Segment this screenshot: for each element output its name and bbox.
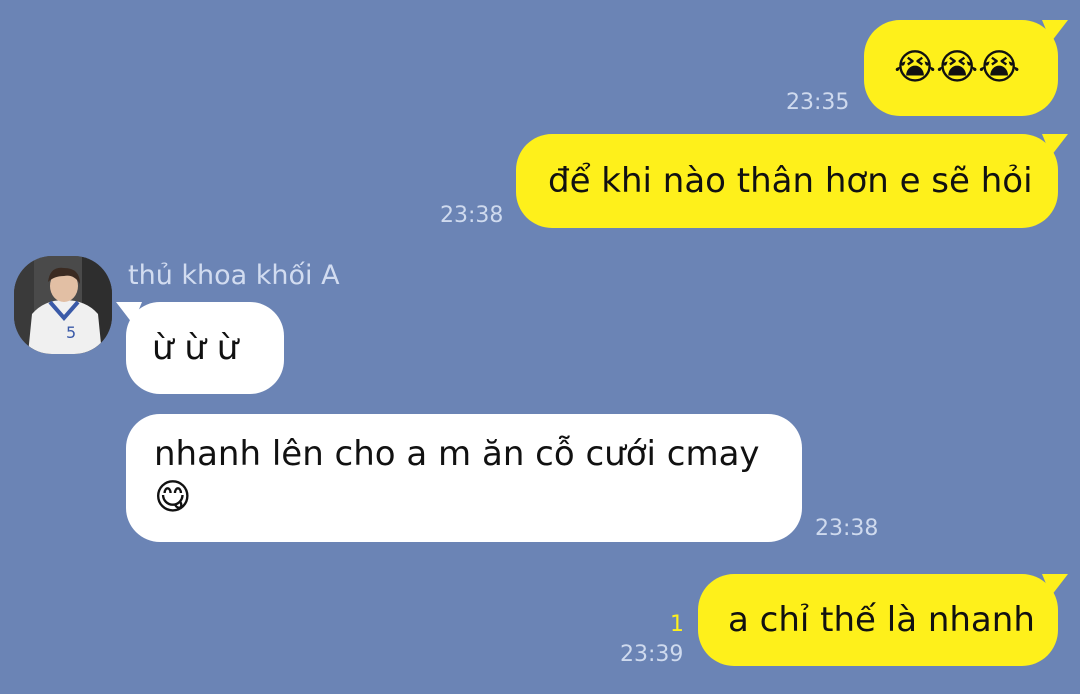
chat-area[interactable]: 😭😭😭 23:35 để khi nào thân hơn e sẽ hỏi 2… xyxy=(0,0,1080,694)
my-message-bubble[interactable]: để khi nào thân hơn e sẽ hỏi xyxy=(516,134,1058,228)
svg-text:5: 5 xyxy=(66,323,76,342)
crying-emoji-text: 😭😭😭 xyxy=(894,47,1021,88)
my-message-bubble[interactable]: 😭😭😭 xyxy=(864,20,1058,116)
yummy-emoji-text: 😋 xyxy=(154,477,192,518)
unread-count-badge: 1 xyxy=(670,612,684,637)
message-time: 23:39 xyxy=(620,642,684,667)
message-time: 23:35 xyxy=(786,90,850,115)
their-message-bubble[interactable]: ừ ừ ừ xyxy=(126,302,284,394)
message-text-line: nhanh lên cho a m ăn cỗ cưới cmay xyxy=(154,434,760,474)
message-text: ừ ừ ừ xyxy=(152,328,239,368)
sender-name[interactable]: thủ khoa khối A xyxy=(128,260,340,291)
message-time: 23:38 xyxy=(440,203,504,228)
avatar-photo-icon: 5 xyxy=(14,256,112,354)
avatar[interactable]: 5 xyxy=(14,256,112,354)
their-message-bubble[interactable]: nhanh lên cho a m ăn cỗ cưới cmay 😋 xyxy=(126,414,802,542)
my-message-bubble[interactable]: a chỉ thế là nhanh xyxy=(698,574,1058,666)
message-text: a chỉ thế là nhanh xyxy=(728,600,1035,640)
message-text: để khi nào thân hơn e sẽ hỏi xyxy=(548,161,1033,201)
message-time: 23:38 xyxy=(815,516,879,541)
